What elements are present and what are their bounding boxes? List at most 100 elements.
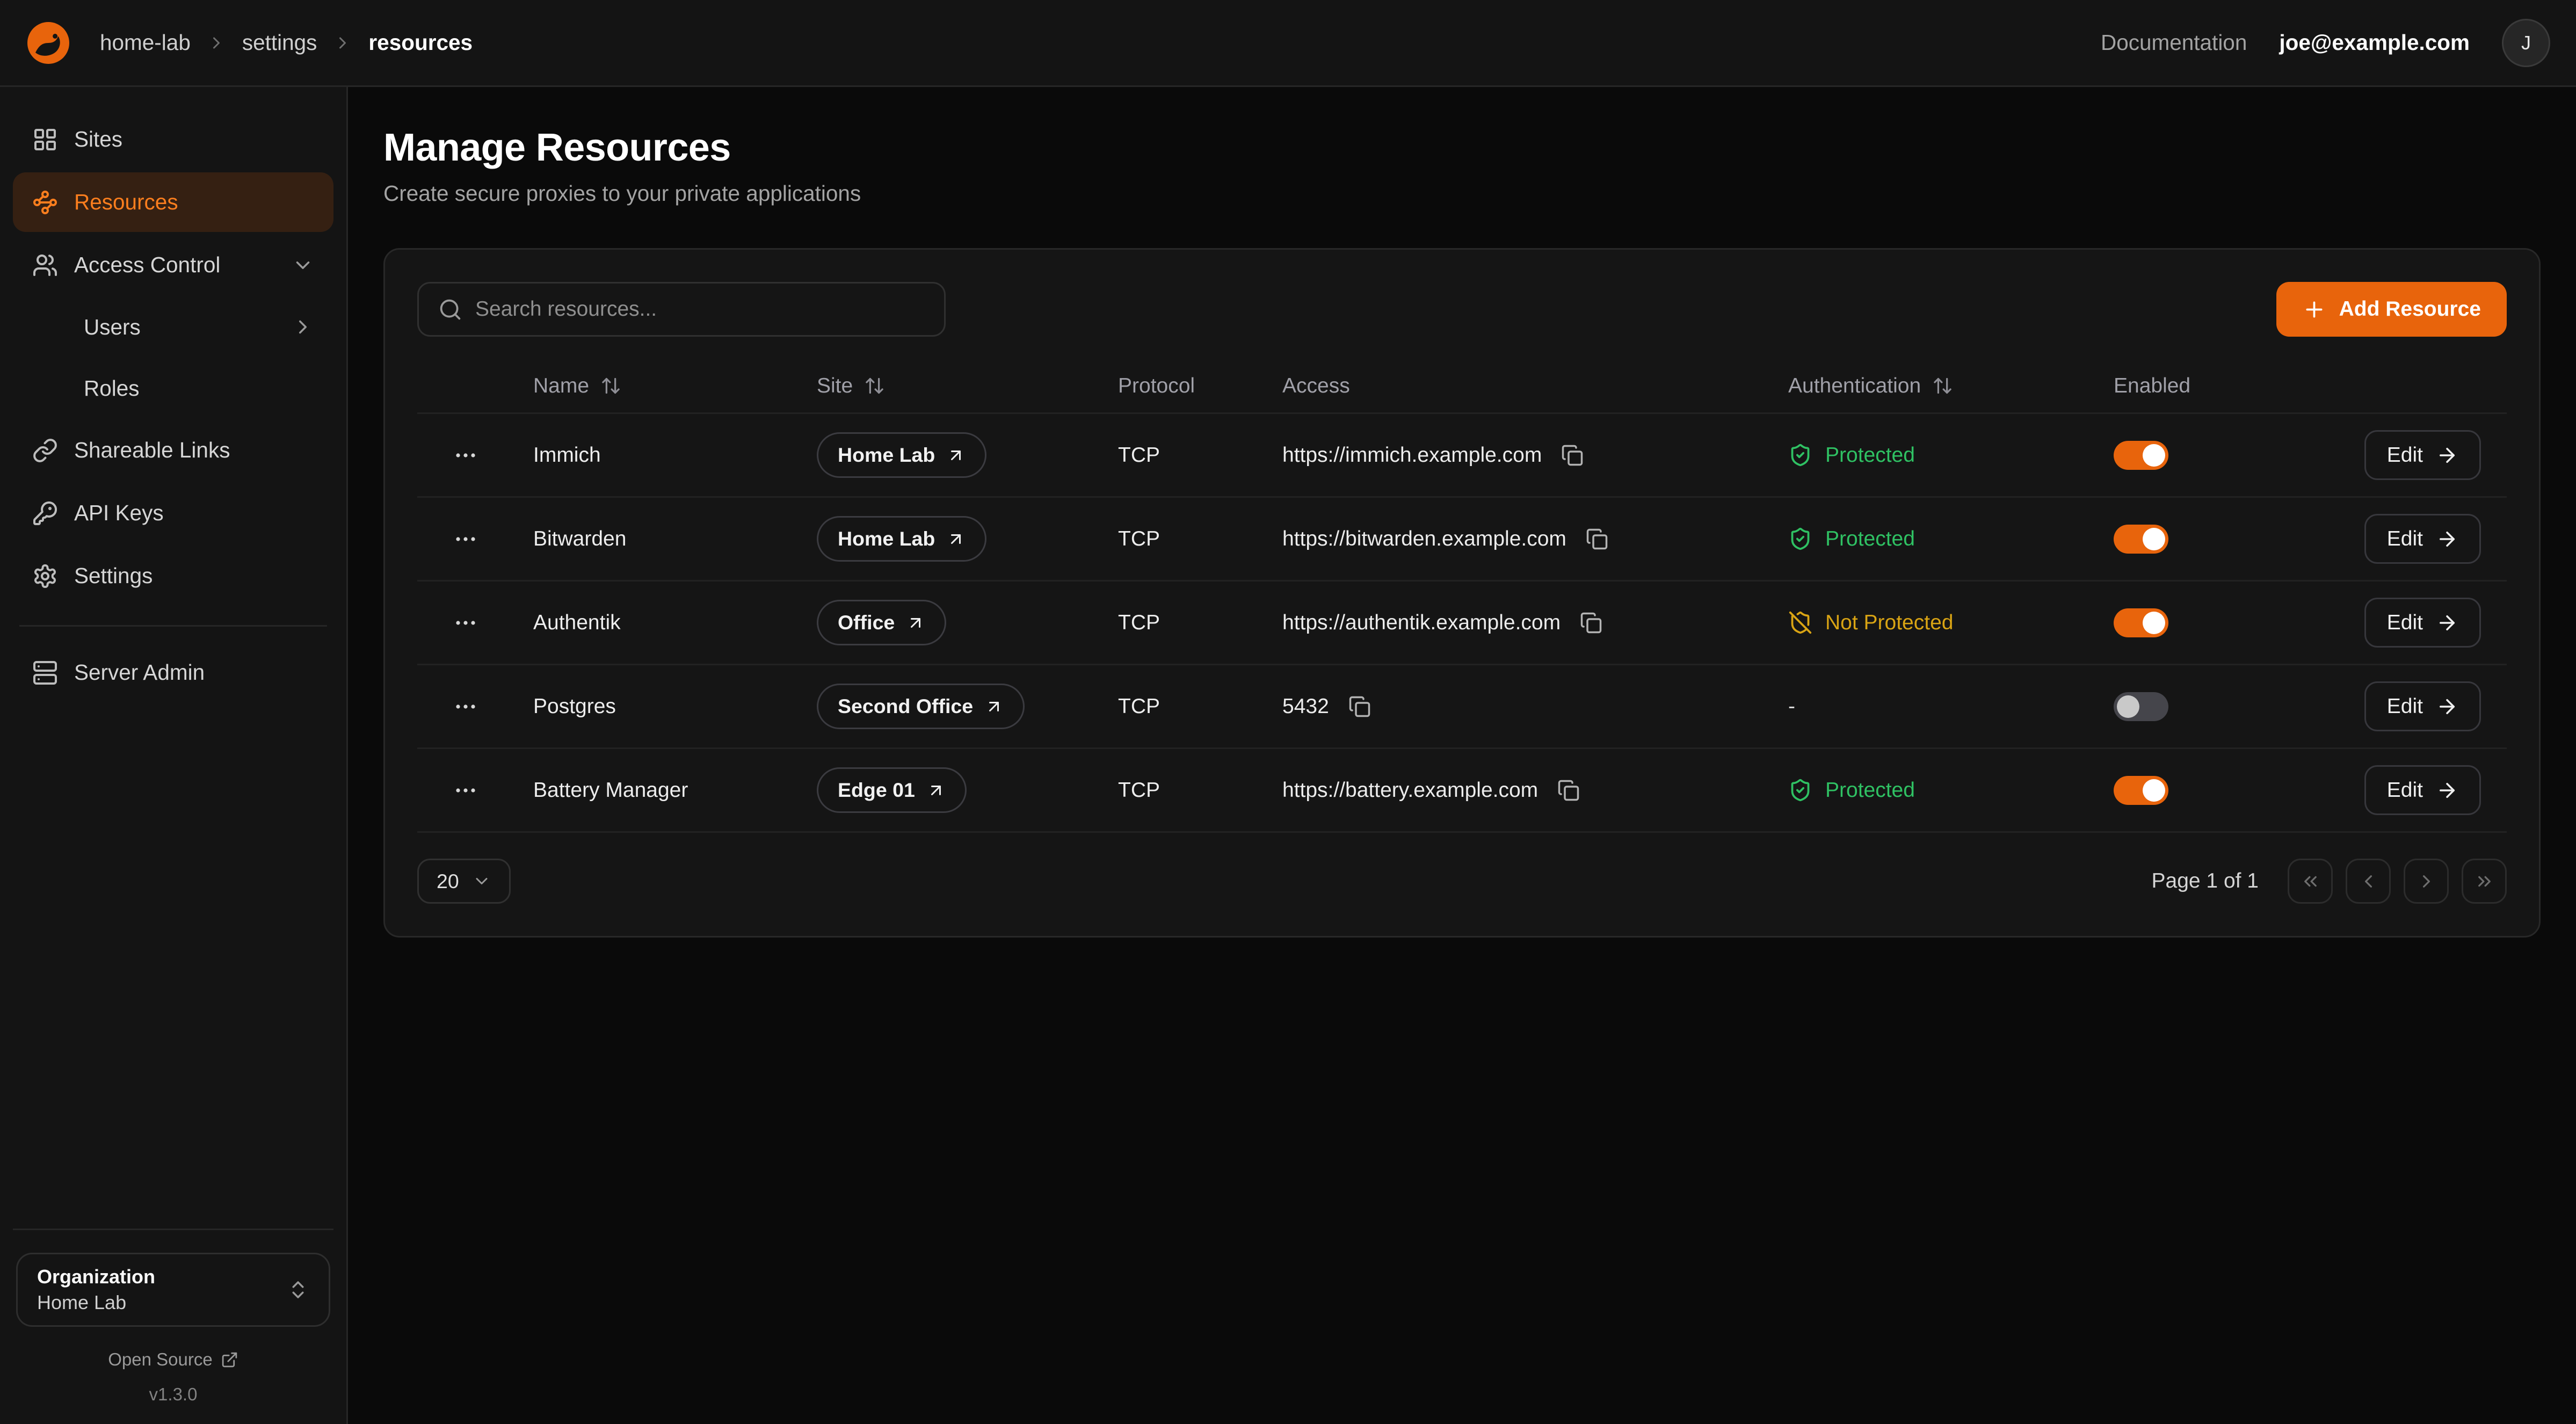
copy-access-button[interactable] <box>1577 608 1606 637</box>
topbar-left: home-lab settings resources <box>26 20 473 66</box>
site-link[interactable]: Edge 01 <box>817 767 967 813</box>
card-toolbar: Add Resource <box>417 282 2507 337</box>
cell-name: Postgres <box>507 695 791 718</box>
site-link[interactable]: Second Office <box>817 684 1025 729</box>
cell-authentication: - <box>1762 695 2088 718</box>
resource-name: Postgres <box>533 695 616 718</box>
last-page-button[interactable] <box>2462 859 2507 904</box>
column-header-authentication[interactable]: Authentication <box>1762 374 2088 398</box>
edit-button[interactable]: Edit <box>2364 765 2481 815</box>
cell-authentication: Protected <box>1762 443 2088 467</box>
edit-button[interactable]: Edit <box>2364 598 2481 648</box>
site-link[interactable]: Home Lab <box>817 432 986 478</box>
row-menu-button[interactable] <box>446 436 485 475</box>
enabled-toggle[interactable] <box>2114 692 2168 721</box>
site-link[interactable]: Home Lab <box>817 516 986 562</box>
cell-protocol: TCP <box>1092 444 1257 467</box>
chevron-down-icon <box>292 254 314 277</box>
enabled-toggle[interactable] <box>2114 525 2168 554</box>
cell-protocol: TCP <box>1092 527 1257 551</box>
sidebar-item-sites[interactable]: Sites <box>13 110 333 169</box>
arrow-up-right-icon <box>926 781 946 800</box>
copy-access-button[interactable] <box>1554 776 1583 805</box>
row-menu-button[interactable] <box>446 520 485 558</box>
sidebar-item-settings[interactable]: Settings <box>13 546 333 606</box>
app-logo-icon[interactable] <box>26 20 71 66</box>
cell-protocol: TCP <box>1092 695 1257 718</box>
column-header-site[interactable]: Site <box>791 374 1092 398</box>
auth-label: Not Protected <box>1825 611 1953 635</box>
shield-off-icon <box>1788 611 1812 635</box>
cell-edit: Edit <box>2281 514 2507 564</box>
sidebar-item-users[interactable]: Users <box>13 298 333 356</box>
page-size-select[interactable]: 20 <box>417 859 511 904</box>
cell-access: https://battery.example.com <box>1257 776 1762 805</box>
breadcrumb-settings[interactable]: settings <box>242 30 317 55</box>
site-link-label: Home Lab <box>838 527 935 550</box>
edit-button[interactable]: Edit <box>2364 430 2481 480</box>
copy-access-button[interactable] <box>1583 525 1612 554</box>
auth-status: Protected <box>1788 527 1915 551</box>
add-resource-button[interactable]: Add Resource <box>2276 282 2507 337</box>
ellipsis-icon <box>453 610 478 636</box>
sidebar-item-access-control[interactable]: Access Control <box>13 235 333 295</box>
edit-button[interactable]: Edit <box>2364 514 2481 564</box>
row-menu-button[interactable] <box>446 604 485 642</box>
sidebar-item-roles[interactable]: Roles <box>13 359 333 417</box>
cell-edit: Edit <box>2281 765 2507 815</box>
cell-site: Home Lab <box>791 432 1092 478</box>
site-link[interactable]: Office <box>817 600 946 645</box>
organization-text: Organization Home Lab <box>37 1266 155 1314</box>
row-menu-button[interactable] <box>446 771 485 810</box>
toggle-knob <box>2143 779 2165 802</box>
auth-label: - <box>1788 695 1795 718</box>
sidebar-item-label: Shareable Links <box>74 438 230 463</box>
sidebar-item-api-keys[interactable]: API Keys <box>13 483 333 543</box>
enabled-toggle[interactable] <box>2114 776 2168 805</box>
chevron-right-icon <box>333 33 352 53</box>
arrow-right-icon <box>2436 612 2458 634</box>
cell-enabled <box>2088 692 2281 721</box>
first-page-button[interactable] <box>2288 859 2333 904</box>
search-icon <box>438 297 462 322</box>
row-menu-button[interactable] <box>446 687 485 726</box>
organization-value: Home Lab <box>37 1291 155 1314</box>
cell-menu <box>417 604 507 642</box>
edit-button-label: Edit <box>2387 444 2423 467</box>
sort-icon <box>864 375 885 396</box>
column-header-name[interactable]: Name <box>507 374 791 398</box>
auth-status: Protected <box>1788 778 1915 802</box>
toggle-knob <box>2143 612 2165 634</box>
arrow-up-right-icon <box>946 446 966 465</box>
search-input[interactable] <box>475 297 925 321</box>
ellipsis-icon <box>453 694 478 720</box>
edit-button-label: Edit <box>2387 611 2423 635</box>
avatar[interactable]: J <box>2502 19 2550 67</box>
sidebar-item-server-admin[interactable]: Server Admin <box>13 643 333 702</box>
open-source-link[interactable]: Open Source <box>16 1349 330 1370</box>
edit-button[interactable]: Edit <box>2364 681 2481 731</box>
edit-button-label: Edit <box>2387 779 2423 802</box>
pager-buttons <box>2288 859 2507 904</box>
copy-access-button[interactable] <box>1558 441 1587 470</box>
sidebar-item-shareable-links[interactable]: Shareable Links <box>13 420 333 480</box>
access-value: 5432 <box>1282 695 1329 718</box>
cell-name: Bitwarden <box>507 527 791 551</box>
next-page-button[interactable] <box>2404 859 2449 904</box>
copy-icon <box>1561 444 1584 467</box>
arrow-right-icon <box>2436 444 2458 467</box>
copy-access-button[interactable] <box>1345 692 1374 721</box>
enabled-toggle[interactable] <box>2114 441 2168 470</box>
cell-enabled <box>2088 441 2281 470</box>
toggle-knob <box>2117 695 2139 718</box>
organization-selector[interactable]: Organization Home Lab <box>16 1253 330 1327</box>
prev-page-button[interactable] <box>2346 859 2391 904</box>
enabled-toggle[interactable] <box>2114 608 2168 637</box>
documentation-link[interactable]: Documentation <box>2101 30 2247 55</box>
cell-access: https://immich.example.com <box>1257 441 1762 470</box>
user-email[interactable]: joe@example.com <box>2279 30 2470 55</box>
arrow-up-right-icon <box>984 697 1004 716</box>
breadcrumb-org[interactable]: home-lab <box>100 30 191 55</box>
shield-check-icon <box>1788 778 1812 802</box>
sidebar-item-resources[interactable]: Resources <box>13 172 333 232</box>
